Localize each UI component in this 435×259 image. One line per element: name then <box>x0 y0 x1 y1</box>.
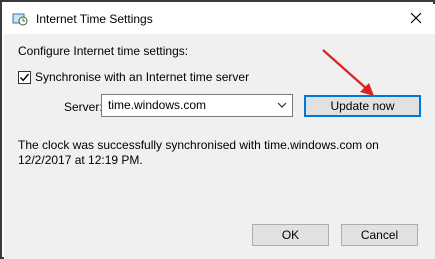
server-value: time.windows.com <box>108 98 207 112</box>
checkmark-icon <box>19 73 30 81</box>
sync-status-message: The clock was successfully synchronised … <box>18 138 418 168</box>
sync-checkbox-label: Synchronise with an Internet time server <box>35 70 250 84</box>
close-icon <box>410 12 422 27</box>
window-title: Internet Time Settings <box>36 12 153 26</box>
sync-checkbox[interactable] <box>18 70 31 84</box>
sync-status-line-2: 12/2/2017 at 12:19 PM. <box>18 153 143 167</box>
close-button[interactable] <box>401 6 431 32</box>
cancel-button[interactable]: Cancel <box>341 224 418 246</box>
settings-heading: Configure Internet time settings: <box>18 44 189 58</box>
sync-checkbox-row[interactable]: Synchronise with an Internet time server <box>18 70 249 84</box>
sync-status-line-1: The clock was successfully synchronised … <box>18 138 379 152</box>
server-label: Server: <box>64 100 103 114</box>
ok-button[interactable]: OK <box>252 224 329 246</box>
chevron-down-icon <box>276 99 288 111</box>
clock-globe-icon <box>12 11 28 27</box>
dialog-window: Internet Time Settings Configure Interne… <box>0 0 435 259</box>
title-bar[interactable]: Internet Time Settings <box>4 4 435 34</box>
dialog-content: Configure Internet time settings: Synchr… <box>4 34 435 259</box>
update-now-button[interactable]: Update now <box>304 95 421 117</box>
server-dropdown[interactable]: time.windows.com <box>101 94 293 117</box>
